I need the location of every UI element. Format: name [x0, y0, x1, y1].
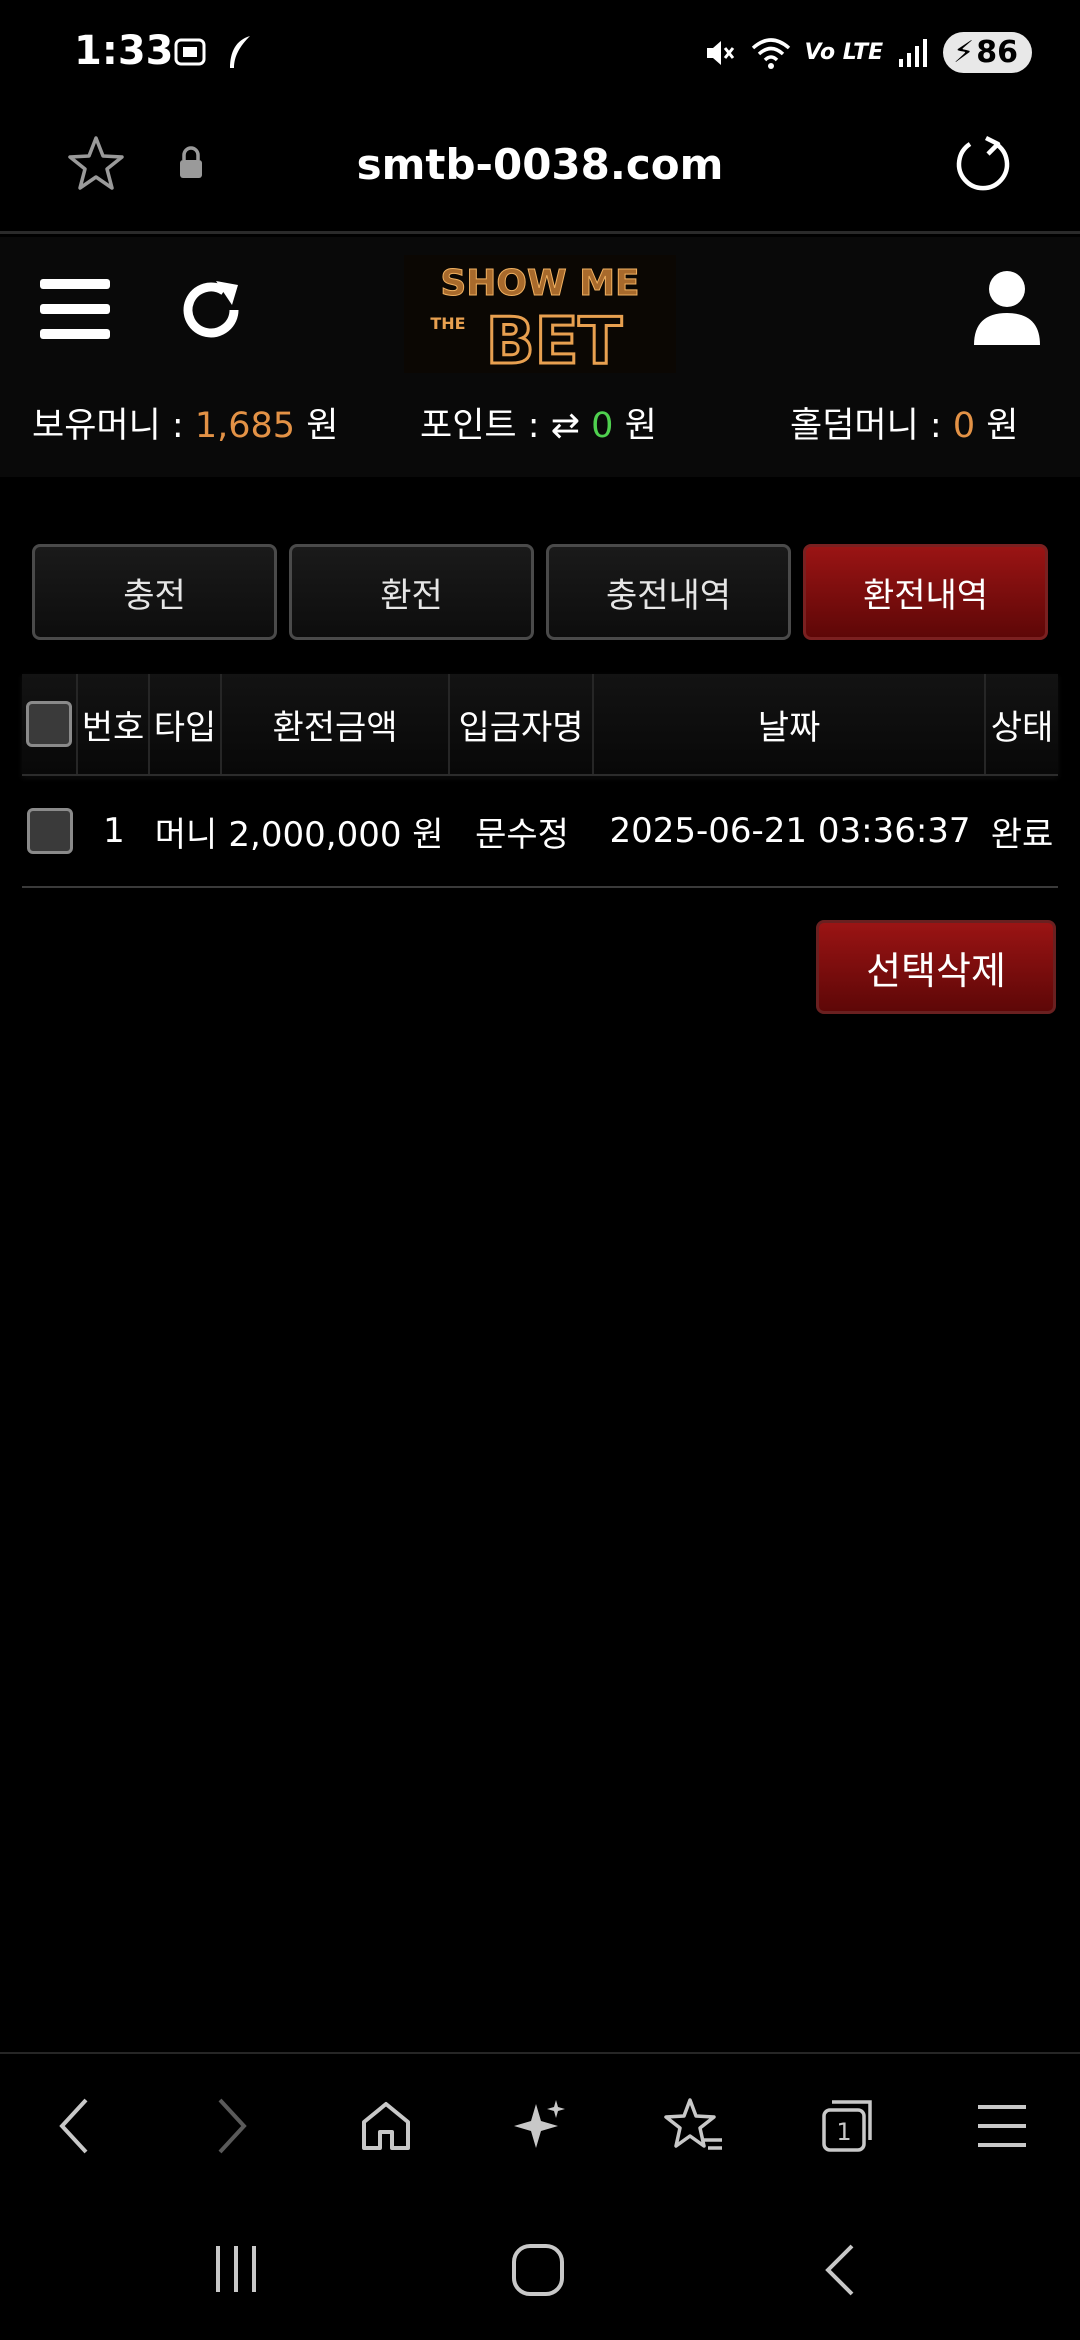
site-header: SHOW ME THE BET 보유머니 : 1,685 원 포인트 : ⇄ 0… [0, 237, 1080, 477]
wifi-icon [751, 37, 790, 69]
delete-selected-button[interactable]: 선택삭제 [816, 920, 1056, 1014]
charging-icon: ⚡ [953, 35, 975, 70]
point-label: 포인트 : [420, 406, 540, 446]
home-icon[interactable] [354, 2094, 418, 2158]
row-amount: 2,000,000 원 [228, 814, 444, 855]
system-nav-bar [0, 2200, 1080, 2340]
refresh-icon[interactable] [176, 275, 246, 345]
site-logo[interactable]: SHOW ME THE BET [404, 255, 676, 381]
browser-toolbar: 1 [0, 2052, 1080, 2200]
point-unit: 원 [624, 406, 657, 446]
point-value: 0 [591, 406, 614, 446]
svg-text:SHOW ME: SHOW ME [440, 263, 639, 304]
status-time: 1:33 [74, 28, 174, 74]
browser-menu-icon[interactable] [970, 2094, 1034, 2158]
user-profile-icon[interactable] [972, 267, 1042, 347]
row-status: 완료 [990, 814, 1054, 855]
table-header: 번호 타입 환전금액 입금자명 날짜 상태 [22, 674, 1058, 776]
exchange-arrows-icon[interactable]: ⇄ [551, 406, 580, 446]
money-label: 보유머니 : [32, 406, 184, 446]
row-number: 1 [103, 811, 125, 851]
battery-indicator: ⚡ 86 [943, 32, 1032, 73]
header-number: 번호 [78, 674, 150, 774]
svg-text:THE: THE [430, 314, 465, 333]
status-notification-icons [172, 34, 256, 70]
holdem-value: 0 [952, 406, 976, 446]
header-date: 날짜 [594, 674, 986, 774]
tab-exchange[interactable]: 환전 [289, 544, 534, 640]
table-row: 1 머니 2,000,000 원 문수정 2025-06-21 03:36:37… [22, 776, 1058, 888]
header-type: 타입 [150, 674, 222, 774]
forward-icon[interactable] [200, 2094, 264, 2158]
back-button-icon[interactable] [820, 2242, 860, 2298]
tab-exchange-history[interactable]: 환전내역 [803, 544, 1048, 640]
money-balance: 보유머니 : 1,685 원 [32, 397, 338, 448]
browser-url-bar: smtb-0038.com [0, 110, 1080, 234]
row-depositor: 문수정 [475, 814, 569, 855]
exchange-history-table: 번호 타입 환전금액 입금자명 날짜 상태 1 머니 2,000,000 원 문… [22, 674, 1058, 888]
holdem-label: 홀덤머니 : [790, 406, 942, 446]
holdem-balance: 홀덤머니 : 0 원 [790, 397, 1018, 448]
logo-graphic: SHOW ME THE BET [404, 255, 676, 381]
tab-bar: 충전 환전 충전내역 환전내역 [32, 544, 1048, 640]
select-all-cell [22, 674, 78, 774]
lte-label: Vo LTE [804, 40, 884, 65]
svg-text:1: 1 [836, 2118, 851, 2146]
svg-text:BET: BET [486, 305, 623, 373]
header-status: 상태 [990, 707, 1054, 748]
menu-icon[interactable] [40, 279, 110, 339]
mute-icon [706, 40, 734, 65]
row-type: 머니 [154, 814, 218, 855]
row-checkbox[interactable] [27, 808, 73, 854]
feather-icon [230, 36, 250, 68]
balance-row: 보유머니 : 1,685 원 포인트 : ⇄ 0 원 홀덤머니 : 0 원 [0, 397, 1080, 457]
signal-icon [899, 38, 928, 67]
url-text[interactable]: smtb-0038.com [0, 140, 1080, 189]
tab-charge-history[interactable]: 충전내역 [546, 544, 791, 640]
recent-apps-icon[interactable] [212, 2242, 260, 2296]
tabs-icon[interactable]: 1 [816, 2094, 880, 2158]
point-balance: 포인트 : ⇄ 0 원 [420, 397, 657, 448]
ai-sparkle-icon[interactable] [508, 2094, 572, 2158]
battery-level: 86 [976, 35, 1018, 70]
status-bar: 1:33 Vo LTE ⚡ 86 [0, 0, 1080, 110]
bookmarks-icon[interactable] [662, 2094, 726, 2158]
back-icon[interactable] [42, 2094, 106, 2158]
status-system-icons: Vo LTE ⚡ 86 [703, 32, 1032, 73]
row-select-cell [22, 776, 78, 886]
holdem-unit: 원 [986, 406, 1019, 446]
home-button-icon[interactable] [510, 2242, 566, 2298]
reload-icon[interactable] [950, 132, 1016, 198]
money-value: 1,685 [194, 406, 296, 446]
tab-charge[interactable]: 충전 [32, 544, 277, 640]
row-date: 2025-06-21 03:36:37 [609, 811, 971, 851]
header-amount: 환전금액 [222, 674, 450, 774]
money-unit: 원 [306, 406, 339, 446]
select-all-checkbox[interactable] [26, 701, 72, 747]
header-depositor: 입금자명 [450, 674, 594, 774]
screenshot-icon [174, 38, 206, 66]
